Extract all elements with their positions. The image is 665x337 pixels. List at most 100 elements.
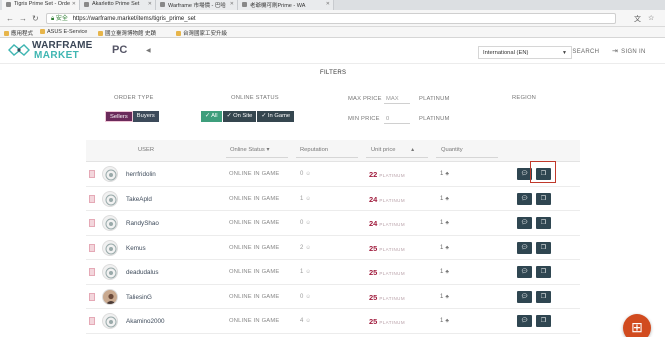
- rank-badge: [89, 317, 95, 325]
- add-order-button[interactable]: ⊞: [623, 314, 651, 337]
- message-button[interactable]: 💬︎: [517, 290, 532, 303]
- username-link[interactable]: RandyShao: [126, 220, 159, 227]
- folder-icon: [176, 31, 181, 36]
- max-price-input[interactable]: MAX: [384, 94, 410, 104]
- all-button[interactable]: ✓ All: [201, 111, 222, 122]
- browser-tab[interactable]: Warframe 市場價 - 巴哈 ✕: [156, 0, 238, 10]
- message-icon: 💬︎: [520, 220, 529, 226]
- bookmark-item[interactable]: 應用程式: [4, 29, 33, 37]
- highlight-annotation: [530, 161, 556, 183]
- message-icon: 💬︎: [520, 269, 529, 275]
- message-button[interactable]: 💬︎: [517, 217, 532, 229]
- quantity-value: 1 ♣: [440, 318, 449, 324]
- username-link[interactable]: Kemus: [126, 245, 146, 252]
- orders-table-header: USER Online Status ▾ Reputation Unit pri…: [86, 140, 580, 162]
- folder-icon: [40, 29, 45, 34]
- username-link[interactable]: Akamino2000: [126, 318, 165, 325]
- reputation-value: 0 ☺: [300, 220, 311, 226]
- message-icon: 💬︎: [520, 195, 529, 202]
- browser-tab-label: 老爺機可刷Prime - WA: [250, 3, 306, 9]
- message-icon: 💬︎: [520, 318, 529, 324]
- status-text: ONLINE IN GAME: [229, 318, 280, 324]
- table-row: RandyShao ONLINE IN GAME 0 ☺ 24 PLATINUM 1…: [86, 211, 580, 236]
- translate-icon[interactable]: 文: [634, 14, 641, 24]
- on-site-button[interactable]: ✓ On Site: [221, 111, 257, 122]
- reputation-icon: ☺: [305, 318, 311, 324]
- close-icon[interactable]: ✕: [72, 1, 76, 7]
- reputation-value: 2 ☺: [300, 244, 311, 251]
- quantity-value: 1 ♣: [440, 220, 449, 226]
- username-link[interactable]: TaliesinG: [126, 294, 152, 301]
- stack-icon: ♣: [445, 220, 449, 226]
- address-bar: ← → ↻ 🔒︎ 安全 https://warframe.market/item…: [0, 10, 665, 27]
- unit-price: 24 PLATINUM: [369, 194, 405, 204]
- message-button[interactable]: 💬︎: [517, 266, 532, 278]
- in-game-button[interactable]: ✓ In Game: [256, 111, 295, 122]
- column-reputation[interactable]: Reputation: [300, 147, 328, 153]
- favicon-icon: [160, 2, 165, 7]
- sign-in-icon: ⇥: [612, 48, 619, 55]
- copy-button[interactable]: ❐: [536, 290, 551, 303]
- message-button[interactable]: 💬︎: [517, 192, 532, 205]
- browser-tab[interactable]: Tigris Prime Set - Orde ✕: [2, 0, 80, 10]
- back-icon[interactable]: ←: [6, 14, 14, 23]
- copy-button[interactable]: ❐: [536, 266, 551, 278]
- browser-tab[interactable]: Akarletto Prime Set ✕: [80, 0, 156, 10]
- bookmark-item[interactable]: 國立臺灣博物館 史蹟: [98, 29, 156, 37]
- caret-down-icon: ▾: [266, 147, 270, 153]
- close-icon[interactable]: ✕: [148, 1, 152, 7]
- message-button[interactable]: 💬︎: [517, 315, 532, 327]
- caret-left-icon[interactable]: ◀: [146, 47, 151, 54]
- bookmark-item[interactable]: 台灣國家工安升級: [176, 29, 227, 37]
- bookmark-item[interactable]: ASUS E-Service: [40, 29, 87, 35]
- sign-in-link[interactable]: ⇥ SIGN IN: [612, 47, 646, 55]
- reputation-icon: ☺: [305, 195, 311, 202]
- status-text: ONLINE IN GAME: [229, 195, 280, 202]
- platform-selector[interactable]: PC: [112, 44, 127, 56]
- copy-button[interactable]: ❐: [536, 241, 551, 254]
- rank-badge: [89, 170, 95, 178]
- status-text: ONLINE IN GAME: [229, 269, 280, 275]
- reputation-icon: ☺: [305, 171, 311, 177]
- logo[interactable]: WARFRAME MARKET: [8, 40, 98, 62]
- reputation-value: 4 ☺: [300, 318, 311, 324]
- message-button[interactable]: 💬︎: [517, 241, 532, 254]
- default-avatar-icon: [105, 194, 117, 205]
- buyers-button[interactable]: Buyers: [132, 111, 159, 122]
- chevron-down-icon: ▼: [562, 50, 567, 56]
- max-price-label: MAX PRICE: [348, 96, 382, 102]
- username-link[interactable]: TakeApld: [126, 196, 152, 203]
- forward-icon[interactable]: →: [19, 14, 27, 23]
- rank-badge: [89, 292, 95, 301]
- copy-button[interactable]: ❐: [536, 315, 551, 327]
- quantity-value: 1 ♣: [440, 293, 449, 300]
- close-icon[interactable]: ✕: [326, 1, 330, 7]
- reload-icon[interactable]: ↻: [32, 14, 39, 23]
- username-link[interactable]: herrfridolin: [126, 171, 156, 178]
- status-text: ONLINE IN GAME: [229, 293, 280, 300]
- browser-tab-label: Tigris Prime Set - Orde: [14, 1, 71, 7]
- status-text: ONLINE IN GAME: [229, 220, 280, 226]
- star-icon[interactable]: ☆: [648, 14, 654, 22]
- stack-icon: ♣: [445, 269, 449, 275]
- username-link[interactable]: deadudalus: [126, 269, 159, 276]
- avatar: [102, 239, 118, 256]
- close-icon[interactable]: ✕: [230, 1, 234, 7]
- message-icon: 💬︎: [520, 293, 529, 300]
- copy-button[interactable]: ❐: [536, 192, 551, 205]
- quantity-value: 1 ♣: [440, 195, 449, 202]
- unit-price: 25 PLATINUM: [369, 292, 405, 302]
- avatar: [102, 313, 118, 329]
- column-quantity[interactable]: Quantity: [441, 147, 463, 153]
- region-select[interactable]: International (EN) ▼: [478, 46, 572, 59]
- table-row: Kemus ONLINE IN GAME 2 ☺ 25 PLATINUM 1 ♣ 💬︎…: [86, 235, 580, 260]
- min-price-input[interactable]: 0: [384, 114, 410, 124]
- column-online-status[interactable]: Online Status ▾: [230, 147, 269, 153]
- column-unit-price[interactable]: Unit price ▴: [371, 147, 414, 153]
- browser-tab[interactable]: 老爺機可刷Prime - WA ✕: [238, 0, 334, 10]
- url-field[interactable]: 🔒︎ 安全 https://warframe.market/items/tigr…: [46, 13, 616, 24]
- copy-button[interactable]: ❐: [536, 217, 551, 229]
- filters-title: FILTERS: [320, 70, 347, 76]
- unit-price: 25 PLATINUM: [369, 317, 405, 326]
- sellers-button[interactable]: Sellers: [105, 111, 133, 122]
